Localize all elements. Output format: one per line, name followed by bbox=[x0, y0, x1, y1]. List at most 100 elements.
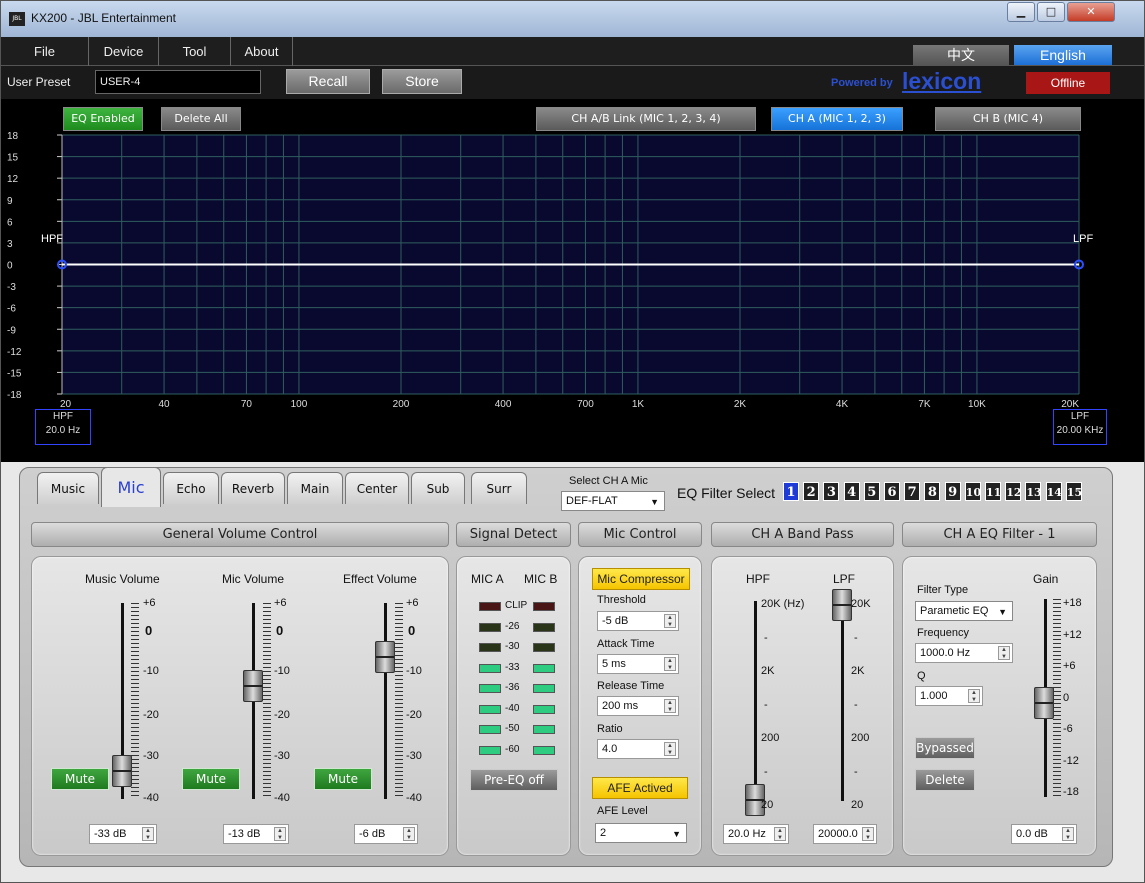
menu-about[interactable]: About bbox=[231, 37, 293, 66]
eq-filter-5-button[interactable]: 5 bbox=[863, 482, 880, 501]
threshold-input[interactable]: -5 dB ▲ ▼ bbox=[597, 611, 679, 631]
effect-volume-track[interactable] bbox=[384, 603, 387, 799]
spin-arrows-icon[interactable]: ▲ ▼ bbox=[1062, 827, 1074, 841]
eq-filter-8-button[interactable]: 8 bbox=[924, 482, 941, 501]
spin-arrows-icon[interactable]: ▲ ▼ bbox=[998, 646, 1010, 660]
ch-a-button[interactable]: CH A (MIC 1, 2, 3) bbox=[771, 107, 903, 131]
effect-volume-input[interactable]: -6 dB ▲ ▼ bbox=[354, 824, 418, 844]
pre-eq-button[interactable]: Pre-EQ off bbox=[470, 769, 558, 791]
music-volume-input[interactable]: -33 dB ▲ ▼ bbox=[89, 824, 157, 844]
menu-tool[interactable]: Tool bbox=[159, 37, 231, 66]
mic-a-led bbox=[479, 602, 501, 611]
english-language-button[interactable]: English bbox=[1014, 45, 1112, 65]
eq-filter-13-button[interactable]: 13 bbox=[1025, 482, 1042, 501]
maximize-button[interactable]: □ bbox=[1037, 2, 1065, 22]
ratio-input[interactable]: 4.0 ▲ ▼ bbox=[597, 739, 679, 759]
menu-file[interactable]: File bbox=[1, 37, 89, 66]
eq-response-chart[interactable]: 1815129630-3-6-9-12-15-18 20 40 70 100 200 40… bbox=[1, 99, 1144, 462]
lpf-value-box[interactable]: LPF 20.00 KHz bbox=[1053, 409, 1107, 445]
release-time-input[interactable]: 200 ms ▲ ▼ bbox=[597, 696, 679, 716]
mic-volume-slider-handle[interactable] bbox=[243, 670, 263, 702]
eq-filter-3-button[interactable]: 3 bbox=[823, 482, 840, 501]
tab-surr[interactable]: Surr bbox=[471, 472, 527, 504]
ch-ab-link-button[interactable]: CH A/B Link (MIC 1, 2, 3, 4) bbox=[536, 107, 756, 131]
mic-volume-input[interactable]: -13 dB ▲ ▼ bbox=[223, 824, 289, 844]
gain-value-input[interactable]: 0.0 dB ▲ ▼ bbox=[1011, 824, 1077, 844]
afe-actived-button[interactable]: AFE Actived bbox=[592, 777, 688, 799]
spin-arrows-icon[interactable]: ▲ ▼ bbox=[664, 614, 676, 628]
eq-filter-9-button[interactable]: 9 bbox=[944, 482, 961, 501]
eq-filter-2-button[interactable]: 2 bbox=[803, 482, 820, 501]
eq-enabled-button[interactable]: EQ Enabled bbox=[63, 107, 143, 131]
music-volume-slider-handle[interactable] bbox=[112, 755, 132, 787]
lpf-slider-handle[interactable] bbox=[832, 589, 852, 621]
spin-arrows-icon[interactable]: ▲ ▼ bbox=[664, 742, 676, 756]
offline-status-badge[interactable]: Offline bbox=[1026, 72, 1110, 94]
filter-type-dropdown[interactable]: Parametic EQ ▼ bbox=[915, 601, 1013, 621]
hpf-value-box[interactable]: HPF 20.0 Hz bbox=[35, 409, 91, 445]
chevron-down-icon: ▼ bbox=[650, 497, 659, 507]
spin-arrows-icon[interactable]: ▲ ▼ bbox=[664, 657, 676, 671]
tab-sub[interactable]: Sub bbox=[411, 472, 465, 504]
store-button[interactable]: Store bbox=[382, 69, 462, 94]
mic-a-led bbox=[479, 725, 501, 734]
effect-volume-slider-handle[interactable] bbox=[375, 641, 395, 673]
effect-scale-minus20: -20 bbox=[406, 709, 422, 721]
tab-reverb[interactable]: Reverb bbox=[221, 472, 285, 504]
attack-time-input[interactable]: 5 ms ▲ ▼ bbox=[597, 654, 679, 674]
lpf-scale-label: - bbox=[854, 765, 858, 778]
spin-arrows-icon[interactable]: ▲ ▼ bbox=[274, 827, 286, 841]
bypassed-button[interactable]: Bypassed bbox=[915, 737, 975, 759]
hpf-slider-track[interactable] bbox=[754, 601, 757, 801]
gain-scale-label: -6 bbox=[1063, 723, 1073, 735]
x-tick-label: 100 bbox=[291, 399, 308, 410]
spin-arrows-icon[interactable]: ▲ ▼ bbox=[403, 827, 415, 841]
hpf-value-input[interactable]: 20.0 Hz ▲ ▼ bbox=[723, 824, 789, 844]
eq-filter-11-button[interactable]: 11 bbox=[985, 482, 1001, 501]
user-preset-field[interactable]: USER-4 bbox=[95, 70, 261, 94]
spin-arrows-icon[interactable]: ▲ ▼ bbox=[664, 699, 676, 713]
eq-filter-4-button[interactable]: 4 bbox=[843, 482, 860, 501]
eq-filter-7-button[interactable]: 7 bbox=[904, 482, 921, 501]
close-button[interactable]: ✕ bbox=[1067, 2, 1115, 22]
frequency-input[interactable]: 1000.0 Hz ▲ ▼ bbox=[915, 643, 1013, 663]
tab-center[interactable]: Center bbox=[345, 472, 409, 504]
music-mute-button[interactable]: Mute bbox=[51, 768, 109, 790]
eq-filter-1-button[interactable]: 1 bbox=[783, 482, 799, 501]
lpf-slider-track[interactable] bbox=[841, 601, 844, 801]
eq-filter-6-button[interactable]: 6 bbox=[884, 482, 900, 501]
delete-filter-button[interactable]: Delete bbox=[915, 769, 975, 791]
y-tick-label: 6 bbox=[7, 217, 13, 228]
q-input[interactable]: 1.000 ▲ ▼ bbox=[915, 686, 983, 706]
mic-mute-button[interactable]: Mute bbox=[182, 768, 240, 790]
chinese-language-button[interactable]: 中文 bbox=[913, 45, 1009, 65]
signal-level-label: -40 bbox=[505, 702, 520, 714]
tab-echo[interactable]: Echo bbox=[163, 472, 219, 504]
lpf-value-input[interactable]: 20000.0 ▲ ▼ bbox=[813, 824, 877, 844]
lpf-box-value: 20.00 KHz bbox=[1056, 425, 1104, 436]
minimize-icon: ▁ bbox=[1016, 5, 1026, 18]
eq-filter-15-button[interactable]: 15 bbox=[1065, 482, 1082, 501]
afe-level-dropdown[interactable]: 2 ▼ bbox=[595, 823, 687, 843]
mic-compressor-button[interactable]: Mic Compressor bbox=[592, 568, 690, 590]
mic-select-dropdown[interactable]: DEF-FLAT ▼ bbox=[561, 491, 665, 511]
eq-filter-14-button[interactable]: 14 bbox=[1045, 482, 1062, 501]
spin-arrows-icon[interactable]: ▲ ▼ bbox=[142, 827, 154, 841]
menu-device[interactable]: Device bbox=[89, 37, 159, 66]
eq-filter-10-button[interactable]: 10 bbox=[964, 482, 981, 501]
eq-filter-12-button[interactable]: 12 bbox=[1005, 482, 1022, 501]
signal-level-label: CLIP bbox=[505, 600, 528, 611]
recall-button[interactable]: Recall bbox=[286, 69, 370, 94]
music-scale-minus30: -30 bbox=[143, 750, 159, 762]
spin-arrows-icon[interactable]: ▲ ▼ bbox=[774, 827, 786, 841]
delete-all-button[interactable]: Delete All bbox=[161, 107, 241, 131]
ch-b-button[interactable]: CH B (MIC 4) bbox=[935, 107, 1081, 131]
gain-slider-handle[interactable] bbox=[1034, 687, 1054, 719]
tab-main[interactable]: Main bbox=[287, 472, 343, 504]
minimize-button[interactable]: ▁ bbox=[1007, 2, 1035, 22]
spin-arrows-icon[interactable]: ▲ ▼ bbox=[968, 689, 980, 703]
spin-arrows-icon[interactable]: ▲ ▼ bbox=[862, 827, 874, 841]
tab-mic[interactable]: Mic bbox=[101, 467, 161, 507]
tab-music[interactable]: Music bbox=[37, 472, 99, 504]
effect-mute-button[interactable]: Mute bbox=[314, 768, 372, 790]
